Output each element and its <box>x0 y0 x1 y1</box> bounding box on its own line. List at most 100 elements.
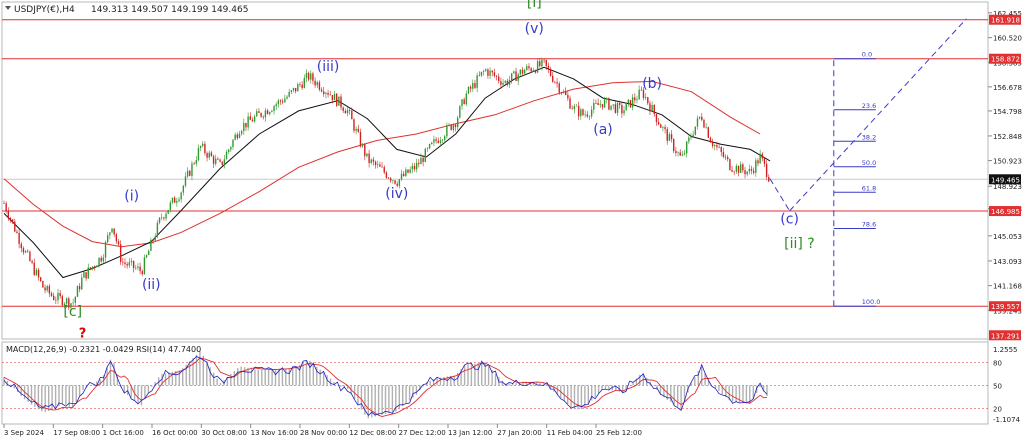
candle-body <box>720 147 722 152</box>
candle-body <box>20 243 22 249</box>
fib-level-label: 61.8 <box>862 184 876 192</box>
candle-body <box>16 231 18 233</box>
candle-body <box>269 112 271 115</box>
fib-level-label: 0.0 <box>862 51 872 59</box>
candle-body <box>411 165 414 170</box>
candle-body <box>232 139 234 148</box>
price-tick-label: 148.923 <box>993 183 1022 191</box>
time-tick-label: 27 Jan 20:00 <box>497 429 541 437</box>
candle-body <box>113 228 115 235</box>
candle-body <box>219 159 221 162</box>
candle-body <box>292 87 295 91</box>
candle-body <box>577 105 580 117</box>
candle-body <box>251 119 254 122</box>
candle-body <box>348 109 351 111</box>
candle-body <box>288 91 290 97</box>
candle-body <box>145 255 148 258</box>
candle-body <box>208 152 210 158</box>
candle-body <box>554 81 556 83</box>
candle-body <box>294 87 297 92</box>
trading-chart[interactable]: 1.2555 80 50 20 -1.1074 0.0 23.6 38.2 50.0 61.8 7… <box>0 0 1024 441</box>
candle-body <box>31 261 33 263</box>
candle-body <box>601 104 604 108</box>
candle-body <box>266 110 269 115</box>
candle-body <box>331 95 334 101</box>
candle-body <box>240 131 243 134</box>
candle-body <box>629 99 632 108</box>
candle-body <box>243 122 245 132</box>
candle-body <box>387 177 390 179</box>
candle-body <box>83 272 85 278</box>
candle-body <box>588 116 591 117</box>
candle-body <box>668 134 671 141</box>
wave-label: [i] <box>527 0 542 11</box>
candle-body <box>81 277 83 290</box>
candle-body <box>547 65 550 69</box>
candle-body <box>495 75 498 77</box>
wave-label: (c) <box>780 212 799 228</box>
candle-body <box>184 176 187 186</box>
time-tick-label: 28 Nov 00:00 <box>300 429 347 437</box>
candle-body <box>435 139 437 141</box>
price-tick-label: 160.520 <box>993 35 1022 43</box>
candle-body <box>441 139 444 141</box>
candle-body <box>109 232 111 236</box>
candle-body <box>657 122 660 125</box>
candle-body <box>694 126 697 135</box>
candle-body <box>150 239 152 251</box>
candle-body <box>35 269 38 275</box>
candle-body <box>374 161 377 165</box>
candle-body <box>638 89 640 100</box>
candle-body <box>11 219 14 222</box>
candle-body <box>165 213 167 219</box>
candle-body <box>202 143 204 147</box>
candle-body <box>480 71 483 76</box>
price-tick-label: 141.168 <box>993 283 1022 291</box>
candle-body <box>44 287 46 291</box>
candle-body <box>761 153 764 159</box>
wave-label: (v) <box>525 21 544 37</box>
candle-body <box>96 265 98 268</box>
candle-body <box>256 111 258 117</box>
candle-body <box>98 257 100 266</box>
candle-body <box>597 103 599 106</box>
candle-body <box>685 141 688 154</box>
macd-tick-label: 50 <box>993 382 1002 390</box>
macd-tick-label: 80 <box>993 359 1002 367</box>
candle-body <box>616 103 619 113</box>
candle-body <box>623 110 625 114</box>
candle-body <box>111 228 113 233</box>
candle-body <box>655 113 658 123</box>
candle-body <box>584 114 586 116</box>
candle-body <box>422 157 424 162</box>
candle-body <box>444 136 446 140</box>
candle-body <box>364 144 366 157</box>
candle-body <box>474 83 476 88</box>
candle-body <box>301 84 303 89</box>
candle-body <box>681 154 684 156</box>
candle-body <box>355 128 357 131</box>
candle-body <box>344 110 347 114</box>
candle-body <box>126 264 128 266</box>
candle-body <box>456 117 459 128</box>
candle-body <box>523 70 526 74</box>
chart-svg: 1.2555 80 50 20 -1.1074 0.0 23.6 38.2 50.0 61.8 7… <box>1 0 1022 437</box>
candle-body <box>705 127 707 128</box>
candle-body <box>316 82 318 86</box>
candle-body <box>733 171 735 173</box>
candle-body <box>636 99 638 101</box>
candle-body <box>327 92 329 95</box>
candle-body <box>132 260 135 269</box>
candle-body <box>385 172 388 178</box>
candle-body <box>78 286 81 290</box>
candle-body <box>325 92 327 95</box>
candle-body <box>415 162 418 170</box>
candle-body <box>156 222 159 237</box>
candle-body <box>603 99 606 108</box>
candle-body <box>498 76 500 82</box>
time-tick-label: 25 Feb 12:00 <box>596 429 642 437</box>
candle-body <box>398 179 401 186</box>
candle-body <box>357 128 360 132</box>
candle-body <box>377 164 379 166</box>
candle-body <box>37 269 40 278</box>
